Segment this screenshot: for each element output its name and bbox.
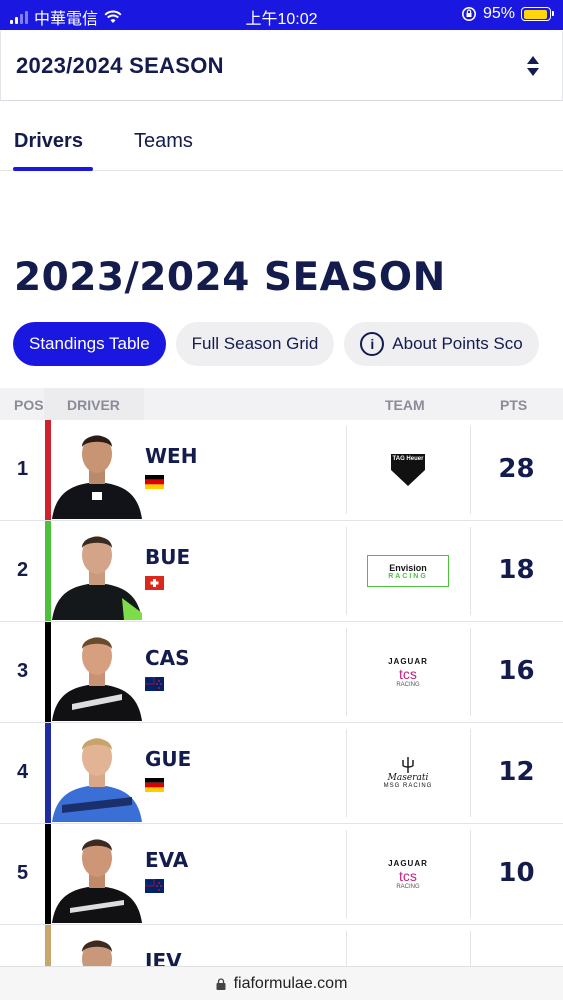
column-header-pos: POS bbox=[14, 397, 44, 413]
position: 5 bbox=[17, 862, 29, 884]
table-row[interactable]: 5 EVA JAGUAR tcs RACING 10 bbox=[0, 824, 563, 925]
team-logo-text: TAG Heuer bbox=[392, 456, 424, 462]
table-row[interactable]: 1 WEH TAG Heuer 28 bbox=[0, 420, 563, 521]
column-header-pts: PTS bbox=[500, 397, 528, 413]
team-color-bar bbox=[45, 420, 51, 520]
team-logo-text: RACING bbox=[396, 681, 420, 688]
points: 12 bbox=[498, 757, 535, 787]
standings-table-button[interactable]: Standings Table bbox=[13, 322, 166, 366]
page-title: 2023/2024 SEASON bbox=[14, 255, 446, 300]
team-logo-text: tcs bbox=[399, 665, 417, 682]
driver-photo bbox=[52, 637, 142, 721]
team-logo-text: RACING bbox=[388, 572, 428, 580]
points: 10 bbox=[498, 858, 535, 888]
position: 2 bbox=[17, 559, 29, 581]
tab-bar: Drivers Teams bbox=[0, 102, 563, 171]
browser-url-bar[interactable]: fiaformulae.com bbox=[0, 966, 563, 1000]
view-filter-bar: Standings Table Full Season Grid i About… bbox=[13, 322, 539, 366]
table-row[interactable]: 2 BUE Envision RACING 18 bbox=[0, 521, 563, 622]
team-color-bar bbox=[45, 521, 51, 621]
lock-icon bbox=[216, 977, 226, 990]
position: 1 bbox=[17, 458, 29, 480]
team-color-bar bbox=[45, 824, 51, 924]
position: 4 bbox=[17, 761, 29, 783]
team-logo-text: tcs bbox=[399, 867, 417, 884]
team-logo-jaguar: JAGUAR tcs RACING bbox=[360, 849, 456, 899]
driver-photo bbox=[52, 435, 142, 519]
standings-table-header: POS DRIVER TEAM PTS bbox=[0, 388, 563, 420]
team-logo-text: Envision bbox=[389, 562, 427, 573]
tab-teams[interactable]: Teams bbox=[134, 130, 193, 153]
driver-code: BUE bbox=[145, 545, 191, 569]
position: 3 bbox=[17, 660, 29, 682]
team-logo-text: MSG RACING bbox=[383, 783, 433, 789]
season-select-value: 2023/2024 SEASON bbox=[16, 52, 224, 78]
full-season-grid-button[interactable]: Full Season Grid bbox=[175, 322, 335, 366]
full-season-grid-label: Full Season Grid bbox=[191, 334, 319, 353]
switzerland-flag-icon bbox=[145, 576, 164, 590]
status-bar: 中華電信 上午10:02 95% bbox=[0, 0, 563, 30]
team-logo-porsche: TAG Heuer bbox=[360, 445, 456, 495]
tab-drivers[interactable]: Drivers bbox=[14, 130, 83, 153]
season-select[interactable]: 2023/2024 SEASON bbox=[0, 31, 563, 101]
driver-code: GUE bbox=[145, 747, 192, 771]
url-text: fiaformulae.com bbox=[233, 974, 348, 992]
about-points-button[interactable]: i About Points Sco bbox=[344, 322, 539, 366]
team-logo-text: Maserati bbox=[387, 773, 429, 783]
team-logo-text: JAGUAR bbox=[388, 858, 428, 868]
info-icon: i bbox=[360, 332, 385, 356]
column-header-driver: DRIVER bbox=[67, 397, 120, 413]
points: 16 bbox=[498, 656, 535, 686]
team-logo-text: JAGUAR bbox=[388, 656, 428, 666]
driver-photo bbox=[52, 839, 142, 923]
driver-code: CAS bbox=[145, 646, 190, 670]
germany-flag-icon bbox=[145, 778, 164, 792]
driver-photo bbox=[52, 738, 142, 822]
rotation-lock-icon bbox=[461, 7, 476, 21]
germany-flag-icon bbox=[145, 475, 164, 489]
sort-arrows-icon bbox=[527, 56, 539, 76]
team-logo-envision: Envision RACING bbox=[360, 546, 456, 596]
driver-code: WEH bbox=[145, 444, 198, 468]
battery-percent: 95% bbox=[482, 5, 515, 22]
team-color-bar bbox=[45, 723, 51, 823]
new-zealand-flag-icon bbox=[145, 677, 164, 691]
battery-icon bbox=[521, 7, 554, 21]
table-row[interactable]: 4 GUE Maserati MSG RACING 12 bbox=[0, 723, 563, 824]
standings-table-label: Standings Table bbox=[29, 334, 150, 353]
active-tab-indicator bbox=[13, 167, 93, 171]
team-logo-text: RACING bbox=[396, 883, 420, 890]
points: 28 bbox=[498, 454, 535, 484]
team-color-bar bbox=[45, 622, 51, 722]
column-header-team: TEAM bbox=[385, 397, 425, 413]
trident-icon bbox=[402, 757, 414, 773]
new-zealand-flag-icon bbox=[145, 879, 164, 893]
team-logo-maserati: Maserati MSG RACING bbox=[360, 748, 456, 798]
driver-photo bbox=[52, 536, 142, 620]
table-row[interactable]: 3 CAS JAGUAR tcs RACING 16 bbox=[0, 622, 563, 723]
team-logo-jaguar: JAGUAR tcs RACING bbox=[360, 647, 456, 697]
driver-code: EVA bbox=[145, 848, 189, 872]
points: 18 bbox=[498, 555, 535, 585]
about-points-label: About Points Sco bbox=[392, 334, 523, 353]
